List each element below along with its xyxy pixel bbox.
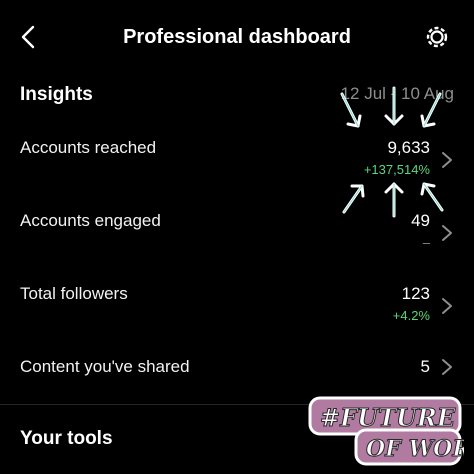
row-value: 49 [411,211,430,230]
row-label: Content you've shared [20,357,190,376]
page-title: Professional dashboard [123,26,351,48]
svg-text:#FUTURE: #FUTURE [320,403,456,432]
chevron-right-icon [442,152,452,168]
row-label: Total followers [20,284,128,303]
chevron-right-icon [442,225,452,241]
chevron-right-icon [442,298,452,314]
chevron-right-icon [442,359,452,375]
row-value: 123 [401,284,430,303]
row-change: – [422,235,430,250]
future-of-work-logo: #FUTURE OF WORK [308,394,474,468]
row-label: Accounts reached [20,138,157,157]
row-accounts-engaged[interactable]: Accounts engaged 49 – [0,211,474,271]
row-total-followers[interactable]: Total followers 123 +4.2% [0,284,474,344]
your-tools-title: Your tools [20,428,113,449]
row-label: Accounts engaged [20,211,161,230]
date-range[interactable]: 12 Jul - 10 Aug [341,84,454,104]
insights-title: Insights [20,84,93,105]
row-change: +4.2% [392,308,430,323]
row-value: 5 [420,357,430,376]
row-accounts-reached[interactable]: Accounts reached 9,633 +137,514% [0,138,474,198]
gear-icon [426,26,448,48]
settings-button[interactable] [422,22,452,52]
svg-text:OF WORK: OF WORK [366,436,464,462]
insights-header: Insights 12 Jul - 10 Aug [20,84,454,110]
row-value: 9,633 [387,138,430,157]
row-change: +137,514% [363,162,430,177]
top-bar: Professional dashboard [0,0,474,76]
